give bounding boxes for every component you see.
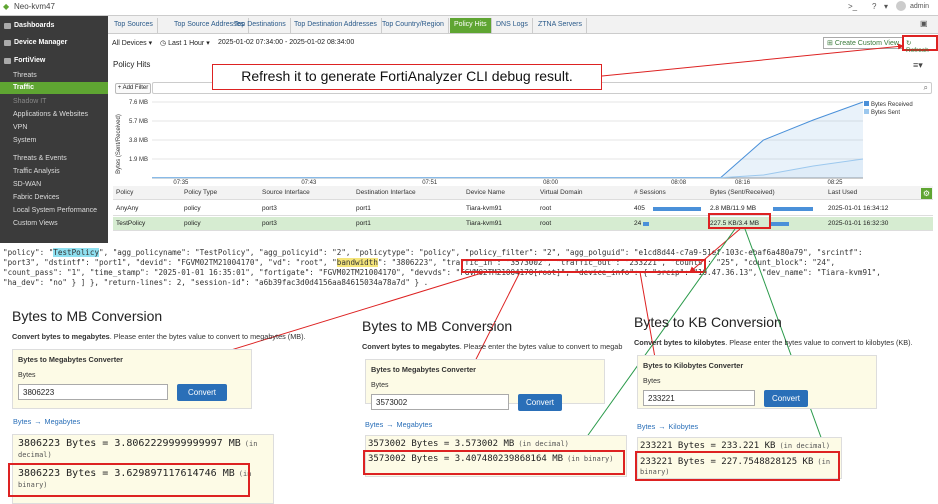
convert-button[interactable]: Convert <box>764 390 808 407</box>
converter-subtitle-bold: Convert bytes to megabytes <box>12 332 110 341</box>
link-from[interactable]: Bytes <box>365 420 383 429</box>
link-from[interactable]: Bytes <box>637 422 655 431</box>
result-decimal-value: 3806223 Bytes = 3.8062229999999997 MB <box>18 438 241 449</box>
bytes-label: Bytes <box>643 378 661 385</box>
link-to[interactable]: Kilobytes <box>669 422 699 431</box>
converter-subtitle: Convert bytes to megabytes. Please enter… <box>362 342 622 351</box>
converter-panel: Bytes to Megabytes Converter Bytes 3573002… <box>365 359 605 411</box>
converter-subtitle-bold: Convert bytes to megabytes <box>362 342 460 351</box>
link-to[interactable]: Megabytes <box>45 417 81 426</box>
bytes-input[interactable]: 3573002 <box>371 394 509 410</box>
result-decimal-value: 233221 Bytes = 233.221 KB <box>640 441 776 451</box>
converter-panel-title: Bytes to Kilobytes Converter <box>643 361 744 370</box>
result-highlight-box <box>363 450 625 475</box>
bytes-input[interactable]: 233221 <box>643 390 755 406</box>
arrow-text: → <box>34 417 42 426</box>
converter-panel-title: Bytes to Megabytes Converter <box>371 365 477 374</box>
result-highlight-box <box>635 451 840 481</box>
arrow-kb-up <box>689 228 741 273</box>
converter-panel: Bytes to Megabytes Converter Bytes 3806223… <box>12 349 252 409</box>
breadcrumb-links: Bytes → Megabytes <box>365 420 432 429</box>
converter-subtitle-bold: Convert bytes to kilobytes <box>634 338 726 347</box>
result-highlight-box <box>8 463 250 497</box>
converter-title: Bytes to MB Conversion <box>12 308 163 324</box>
result-decimal: 3806223 Bytes = 3.8062229999999997 MB (in… <box>18 438 268 460</box>
result-decimal: 3573002 Bytes = 3.573002 MB (in decimal) <box>368 439 569 449</box>
result-decimal: 233221 Bytes = 233.221 KB (in decimal) <box>640 441 830 451</box>
arrow-text: → <box>386 420 394 429</box>
converter-subtitle: Convert bytes to megabytes. Please enter… <box>12 332 306 341</box>
bytes-input[interactable]: 3806223 <box>18 384 168 400</box>
converter-panel: Bytes to Kilobytes Converter Bytes 233221 C… <box>637 355 877 409</box>
bytes-label: Bytes <box>371 382 389 389</box>
converter-bytes-to-mb-1: Bytes to MB Conversion Convert bytes to m… <box>0 300 360 504</box>
converter-subtitle: Convert bytes to kilobytes. Please enter… <box>634 338 913 347</box>
result-decimal-note: (in decimal) <box>779 442 831 450</box>
convert-button[interactable]: Convert <box>518 394 562 411</box>
convert-button[interactable]: Convert <box>177 384 227 401</box>
link-from[interactable]: Bytes <box>13 417 31 426</box>
converter-title: Bytes to KB Conversion <box>634 314 782 330</box>
result-decimal-note: (in decimal) <box>518 440 569 448</box>
converter-panel-title: Bytes to Megabytes Converter <box>18 355 124 364</box>
link-to[interactable]: Megabytes <box>397 420 433 429</box>
result-decimal-value: 3573002 Bytes = 3.573002 MB <box>368 439 515 449</box>
breadcrumb-links: Bytes → Megabytes <box>13 417 80 426</box>
converter-title: Bytes to MB Conversion <box>362 318 513 334</box>
converter-bytes-to-kb: Bytes to KB Conversion Convert bytes to k… <box>632 306 938 504</box>
converter-subtitle-rest: . Please enter the bytes value to conver… <box>725 338 913 347</box>
breadcrumb-links: Bytes → Kilobytes <box>637 422 698 431</box>
converter-subtitle-rest: . Please enter the bytes value to conver… <box>459 342 623 351</box>
arrow-text: → <box>658 422 666 431</box>
converter-subtitle-rest: . Please enter the bytes value to conver… <box>109 332 306 341</box>
arrow-refresh <box>601 43 904 77</box>
bytes-label: Bytes <box>18 372 36 379</box>
converter-bytes-to-mb-2: Bytes to MB Conversion Convert bytes to m… <box>360 310 635 504</box>
